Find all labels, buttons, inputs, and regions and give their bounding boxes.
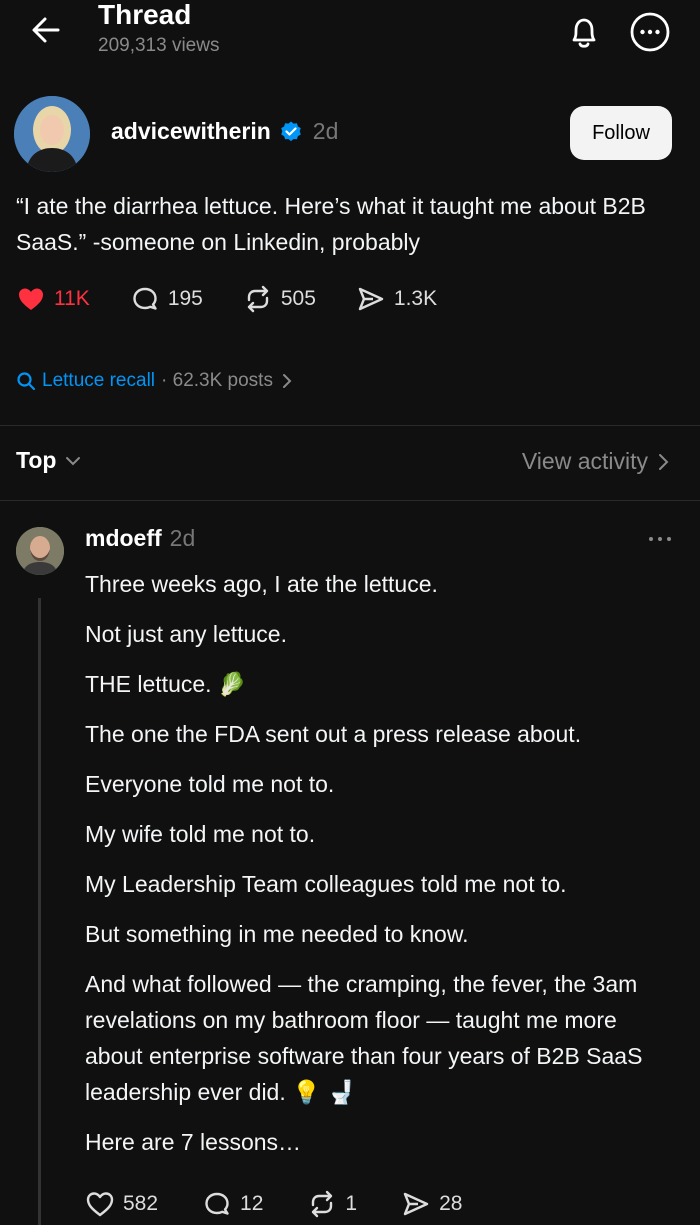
repost-count: 505 (280, 287, 316, 310)
reply-paragraph: But something in me needed to know. (85, 921, 469, 947)
reply-paragraph: Everyone told me not to. (85, 771, 335, 797)
share-button[interactable]: 1.3K (356, 284, 437, 314)
reply-time: 2d (169, 525, 196, 551)
comment-count: 195 (167, 287, 203, 310)
divider (0, 425, 700, 426)
reply-repost-button[interactable]: 1 (307, 1189, 357, 1219)
reply-paragraph: And what followed — the cramping, the fe… (85, 971, 643, 1105)
reply-share-button[interactable]: 28 (401, 1189, 462, 1219)
view-count: 209,313 views (98, 35, 220, 56)
post-time: 2d (312, 118, 339, 144)
chevron-right-icon (659, 453, 669, 470)
reply-header: mdoeff 2d (85, 525, 195, 552)
divider (0, 500, 700, 501)
more-circle-icon[interactable] (628, 10, 672, 54)
heart-filled-icon (19, 288, 43, 310)
reply-paragraph: Not just any lettuce. (85, 621, 287, 647)
like-count: 11K (54, 287, 90, 310)
chevron-right-icon (282, 374, 292, 388)
comment-button[interactable]: 195 (130, 284, 203, 314)
back-arrow-icon[interactable] (28, 12, 64, 48)
send-icon (403, 1192, 429, 1216)
reply-paragraph: Three weeks ago, I ate the lettuce. (85, 571, 438, 597)
reply-like-button[interactable]: 582 (85, 1189, 158, 1219)
reply-paragraph: My wife told me not to. (85, 821, 316, 847)
reply-body: Three weeks ago, I ate the lettuce. Not … (85, 566, 675, 1174)
reply-avatar[interactable] (16, 527, 64, 575)
repost-icon (247, 285, 269, 313)
author-avatar[interactable] (14, 96, 90, 172)
reply-comment-count: 12 (240, 1192, 264, 1215)
heart-icon (86, 1192, 114, 1217)
repost-button[interactable]: 505 (243, 284, 316, 314)
more-options-icon[interactable] (646, 532, 674, 546)
search-icon (17, 372, 36, 391)
chevron-down-icon (66, 456, 81, 465)
post-text: “I ate the diarrhea lettuce. Here’s what… (16, 193, 646, 255)
reply-actions: 582 12 1 28 (85, 1187, 506, 1221)
share-count: 1.3K (393, 287, 438, 310)
sort-label: Top (16, 447, 57, 473)
view-activity-link[interactable]: View activity (522, 448, 670, 475)
reply-paragraph: The one the FDA sent out a press release… (85, 721, 582, 747)
page-title: Thread (98, 0, 192, 30)
follow-button[interactable]: Follow (570, 106, 672, 160)
reply-share-count: 28 (439, 1192, 463, 1215)
reply-paragraph: THE lettuce. 🥬 (85, 671, 247, 697)
verified-badge-icon (280, 121, 301, 141)
send-icon (358, 287, 384, 311)
comment-icon (133, 287, 157, 310)
thread-line (38, 598, 41, 1225)
reply-repost-count: 1 (345, 1192, 358, 1215)
comment-icon (205, 1192, 229, 1215)
topic-row[interactable]: Lettuce recall · 62.3K posts (16, 370, 295, 392)
repost-icon (312, 1190, 333, 1218)
author-row: advicewitherin 2d (111, 118, 338, 145)
reply-paragraph: Here are 7 lessons… (85, 1129, 302, 1155)
view-activity-label: View activity (521, 448, 648, 474)
like-button[interactable]: 11K (16, 284, 90, 314)
sort-dropdown[interactable]: Top (16, 447, 82, 474)
author-name[interactable]: advicewitherin (111, 118, 271, 145)
topic-tag[interactable]: Lettuce recall (42, 370, 155, 392)
bell-icon[interactable] (562, 10, 606, 54)
reply-paragraph: My Leadership Team colleagues told me no… (85, 871, 567, 897)
post-actions: 11K 195 505 1.3K (16, 282, 477, 316)
reply-comment-button[interactable]: 12 (202, 1189, 263, 1219)
reply-like-count: 582 (123, 1192, 159, 1215)
topic-post-count: · 62.3K posts (161, 370, 273, 391)
reply-author-name[interactable]: mdoeff (85, 525, 162, 552)
